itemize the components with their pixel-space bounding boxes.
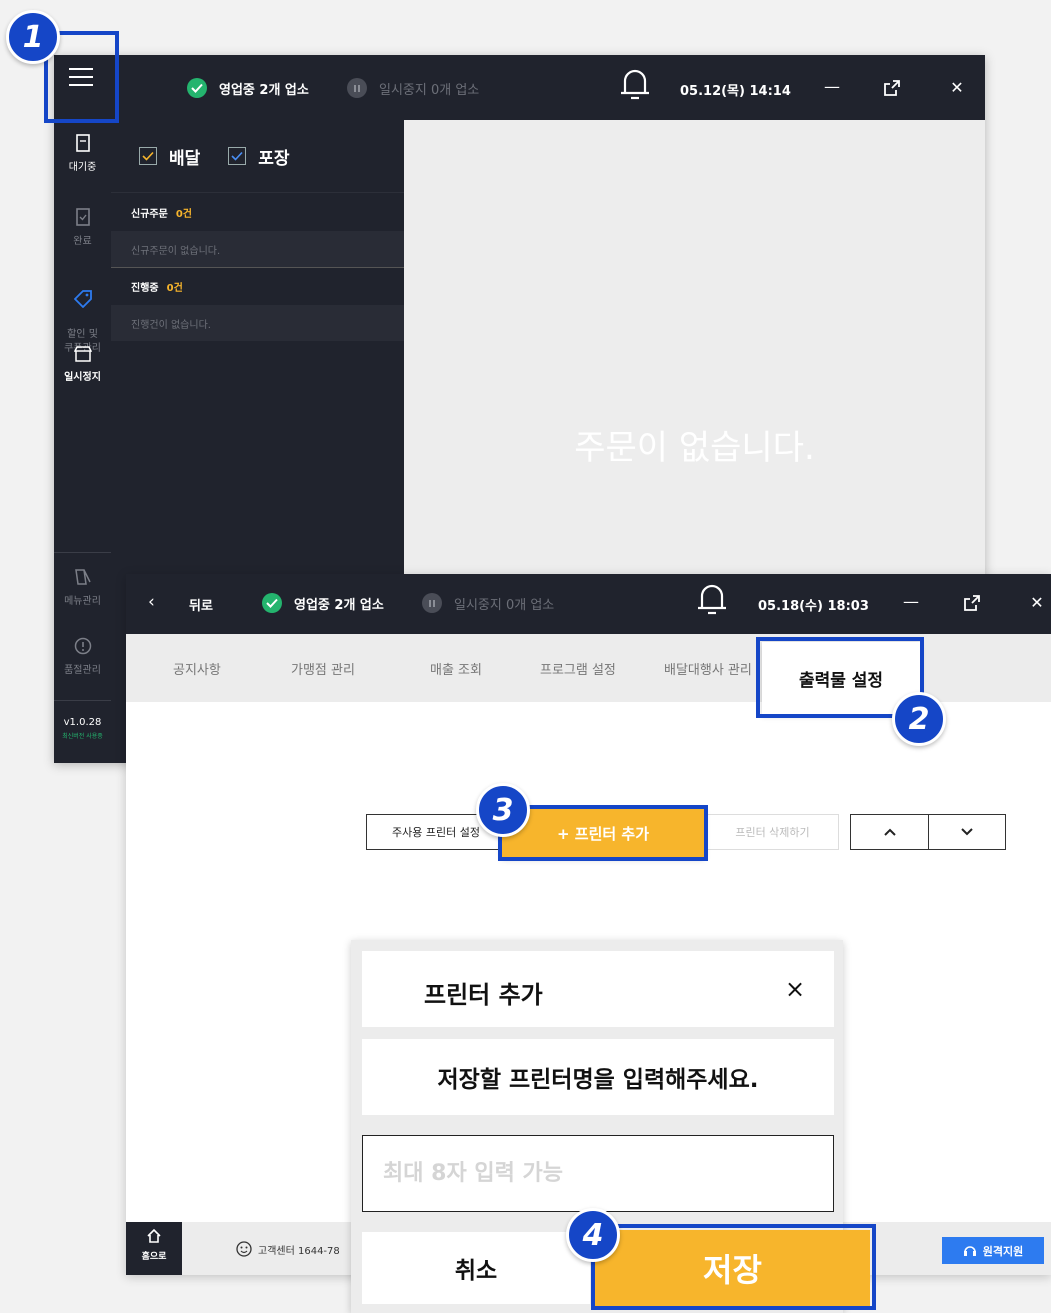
takeout-checkbox[interactable]: [228, 147, 247, 165]
cancel-button[interactable]: 취소: [362, 1232, 590, 1304]
remote-support-label: 원격지원: [982, 1244, 1024, 1258]
tab-program[interactable]: 프로그램 설정: [540, 634, 616, 702]
new-orders-header: 신규주문 0건: [111, 193, 404, 231]
sidebar-item-label: 대기중: [68, 162, 97, 173]
status-open-label: 영업중 2개 업소: [294, 597, 384, 613]
back-button[interactable]: 뒤로: [189, 595, 213, 614]
top-bar: 영업중 2개 업소 일시중지 0개 업소 05.12(목) 14:14 — ✕: [54, 55, 985, 120]
step-badge-1: 1: [6, 10, 60, 64]
close-icon[interactable]: ✕: [1022, 593, 1051, 612]
check-icon: [142, 151, 154, 161]
modal-header: 프린터 추가 ×: [362, 951, 834, 1027]
bell-icon[interactable]: [620, 68, 650, 104]
version-label: v1.0.28: [63, 717, 102, 728]
step-badge-2: 2: [892, 692, 946, 746]
support-label: 고객센터 1644-78: [258, 1245, 340, 1257]
home-label: 홈으로: [141, 1252, 167, 1262]
status-open-label: 영업중 2개 업소: [219, 82, 309, 98]
sidebar-item-done[interactable]: 완료: [54, 208, 111, 247]
sidebar-item-menu[interactable]: 메뉴관리: [54, 568, 111, 607]
in-progress-header: 진행중 0건: [111, 267, 404, 305]
delete-printer-button[interactable]: 프린터 삭제하기: [706, 814, 839, 850]
headset-icon: [963, 1245, 976, 1256]
printer-name-input[interactable]: [362, 1135, 834, 1212]
check-circle-icon: [262, 593, 282, 613]
menu-book-icon: [74, 569, 91, 585]
sidebar-item-soldout[interactable]: 품절관리: [54, 637, 111, 676]
home-button[interactable]: 홈으로: [126, 1222, 182, 1275]
version-status: 최신버전 사용중: [62, 733, 103, 740]
modal-prompt: 저장할 프린터명을 입력해주세요.: [362, 1039, 834, 1115]
minimize-icon[interactable]: —: [817, 77, 847, 96]
popout-icon[interactable]: [964, 595, 980, 615]
sidebar-item-coupon[interactable]: 할인 및 쿠폰관리: [54, 276, 111, 356]
sidebar-item-label: 완료: [73, 236, 92, 247]
in-progress-empty: 진행건이 없습니다.: [111, 305, 404, 341]
modal-title: 프린터 추가: [424, 981, 543, 1009]
check-icon: [231, 151, 243, 161]
check-circle-icon: [187, 78, 207, 98]
receipt-icon: [75, 134, 90, 152]
new-orders-count: 0건: [175, 208, 192, 220]
step-badge-4: 4: [566, 1208, 620, 1262]
remote-support-button[interactable]: 원격지원: [942, 1237, 1044, 1264]
sidebar-item-label: 품절관리: [64, 665, 101, 676]
chevron-down-icon: [961, 828, 973, 836]
move-down-button[interactable]: [928, 814, 1006, 850]
tab-sales[interactable]: 매출 조회: [430, 634, 482, 702]
tab-store[interactable]: 가맹점 관리: [291, 634, 355, 702]
in-progress-count: 0건: [166, 282, 183, 294]
sidebar-item-label: 일시정지: [64, 372, 101, 383]
smile-icon: [236, 1241, 252, 1257]
top-bar: ‹ 뒤로 영업중 2개 업소 일시중지 0개 업소 05.18(수) 18:03…: [126, 574, 1051, 634]
check-receipt-icon: [75, 208, 90, 226]
delivery-checkbox[interactable]: [139, 147, 157, 165]
support-info: 고객센터 1644-78: [236, 1241, 340, 1257]
datetime: 05.18(수) 18:03: [758, 599, 869, 614]
highlight-box-4: [591, 1224, 876, 1310]
tag-icon: [73, 290, 92, 308]
modal-close-icon[interactable]: ×: [785, 975, 805, 1003]
status-paused-label: 일시중지 0개 업소: [379, 82, 480, 98]
step-badge-3: 3: [476, 783, 530, 837]
tab-notice[interactable]: 공지사항: [173, 634, 221, 702]
chevron-up-icon: [883, 828, 896, 836]
takeout-filter-label: 포장: [258, 148, 290, 169]
delivery-filter-label: 배달: [169, 148, 201, 169]
sidebar-item-waiting[interactable]: 대기중: [54, 134, 111, 173]
sidebar-item-label: 메뉴관리: [64, 596, 101, 607]
store-icon: [73, 346, 92, 362]
move-up-button[interactable]: [850, 814, 929, 850]
datetime: 05.12(목) 14:14: [680, 84, 791, 99]
menu-icon[interactable]: [48, 42, 113, 112]
popout-icon[interactable]: [884, 80, 900, 100]
new-orders-label: 신규주문: [131, 208, 168, 220]
status-paused: 일시중지 0개 업소: [347, 78, 479, 98]
tab-delivery-agency[interactable]: 배달대행사 관리: [664, 634, 752, 702]
sidebar-item-pause[interactable]: 일시정지: [54, 346, 111, 383]
status-open: 영업중 2개 업소: [262, 593, 384, 613]
no-orders-message: 주문이 없습니다.: [574, 428, 815, 468]
new-orders-empty: 신규주문이 없습니다.: [111, 231, 404, 267]
bell-icon[interactable]: [697, 583, 727, 619]
filter-row: 배달 포장: [111, 120, 404, 192]
alert-icon: [74, 637, 91, 655]
back-icon[interactable]: ‹: [148, 592, 155, 612]
status-paused: 일시중지 0개 업소: [422, 593, 554, 613]
version-info: v1.0.28 최신버전 사용중: [54, 717, 111, 740]
pause-icon: [422, 593, 442, 613]
status-paused-label: 일시중지 0개 업소: [454, 597, 555, 613]
minimize-icon[interactable]: —: [896, 592, 926, 611]
home-icon: [147, 1228, 161, 1243]
pause-icon: [347, 78, 367, 98]
in-progress-label: 진행중: [131, 282, 159, 294]
status-open: 영업중 2개 업소: [187, 78, 309, 98]
sidebar: 대기중 완료 할인 및 쿠폰관리 일시정지 메뉴관리 품절관리 v1.0.28 …: [54, 120, 111, 763]
close-icon[interactable]: ✕: [942, 78, 972, 97]
